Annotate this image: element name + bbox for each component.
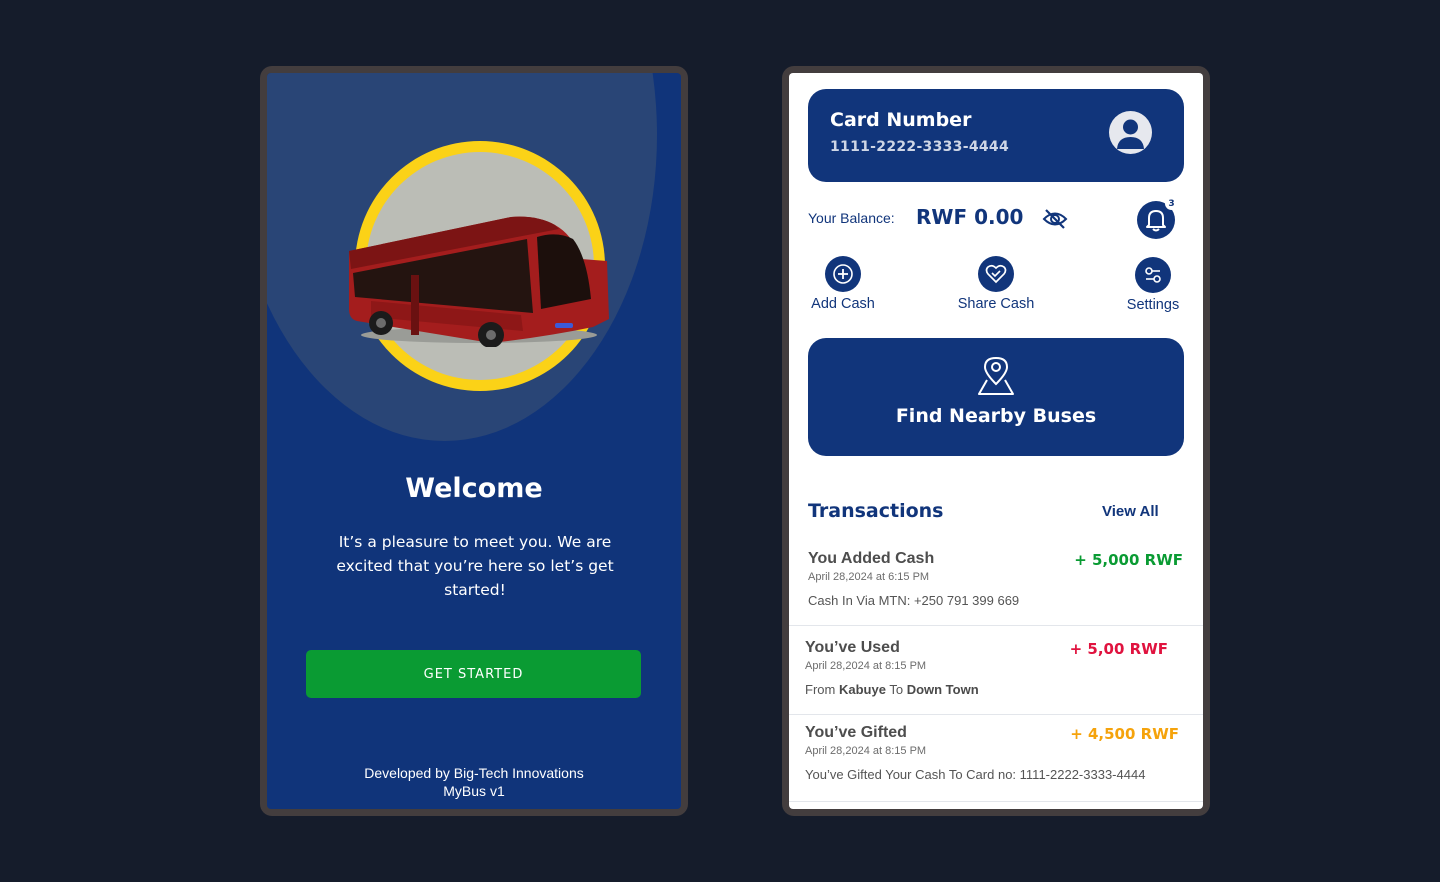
find-buses-label: Find Nearby Buses [895, 405, 1097, 427]
transaction-amount: + 4,500 RWF [1070, 725, 1179, 743]
welcome-title: Welcome [405, 473, 543, 504]
balance-label: Your Balance: [808, 210, 895, 226]
transaction-description: From Kabuye To Down Town [805, 682, 979, 697]
bus-illustration [349, 216, 609, 347]
settings-label: Settings [1126, 297, 1180, 313]
user-icon [1117, 119, 1144, 149]
welcome-phone-frame: Welcome It’s a pleasure to meet you. We … [260, 66, 688, 816]
description-from: From [805, 682, 836, 697]
plus-icon [833, 264, 853, 284]
developer-credit: Developed by Big-Tech Innovations MyBus … [267, 764, 681, 800]
dashboard-phone-frame: Card Number 1111-2222-3333-4444 Your Bal… [782, 66, 1210, 816]
map-pin-icon [978, 356, 1014, 395]
settings-button[interactable]: Settings [1122, 257, 1184, 313]
transaction-description: You’ve Gifted Your Cash To Card no: 1111… [805, 767, 1146, 782]
add-cash-label: Add Cash [811, 296, 875, 312]
card-title: Card Number [830, 109, 972, 131]
bell-icon [1146, 210, 1166, 232]
settings-circle [1135, 257, 1171, 293]
get-started-button[interactable]: GET STARTED [306, 650, 641, 698]
transaction-row[interactable]: You’ve Gifted April 28,2024 at 8:15 PM Y… [789, 714, 1203, 802]
share-cash-label: Share Cash [957, 296, 1035, 312]
transaction-row[interactable]: You’ve Used April 28,2024 at 8:15 PM Fro… [789, 625, 1203, 714]
welcome-screen: Welcome It’s a pleasure to meet you. We … [267, 73, 681, 809]
transaction-name: You’ve Used [805, 639, 900, 656]
avatar[interactable] [1109, 111, 1152, 154]
app-version: MyBus v1 [443, 783, 505, 799]
transaction-date: April 28,2024 at 6:15 PM [808, 571, 930, 583]
transaction-name: You’ve Gifted [805, 724, 907, 741]
view-all-link[interactable]: View All [1102, 503, 1159, 520]
share-cash-circle [978, 256, 1014, 292]
eye-off-icon[interactable] [1042, 207, 1068, 231]
sliders-icon [1145, 267, 1161, 283]
dashboard-screen: Card Number 1111-2222-3333-4444 Your Bal… [789, 73, 1203, 809]
notifications-button[interactable]: 3 [1137, 197, 1178, 239]
transaction-name: You Added Cash [808, 550, 935, 567]
heart-share-icon [985, 264, 1007, 284]
bus-card[interactable]: Card Number 1111-2222-3333-4444 [808, 89, 1184, 182]
notification-badge: 3 [1165, 197, 1178, 210]
transaction-date: April 28,2024 at 8:15 PM [805, 660, 927, 672]
transactions-title: Transactions [808, 500, 944, 522]
find-nearby-buses-button[interactable]: Find Nearby Buses [808, 338, 1184, 456]
card-number: 1111-2222-3333-4444 [830, 139, 1009, 155]
transaction-amount: + 5,000 RWF [1074, 551, 1183, 569]
welcome-message: It’s a pleasure to meet you. We are exci… [336, 533, 614, 599]
developer-line: Developed by Big-Tech Innovations [364, 765, 584, 781]
transaction-amount: + 5,00 RWF [1069, 640, 1168, 658]
description-origin: Kabuye [838, 682, 886, 697]
add-cash-circle [825, 256, 861, 292]
transaction-row[interactable]: You Added Cash April 28,2024 at 6:15 PM … [789, 541, 1203, 625]
transaction-description: Cash In Via MTN: +250 791 399 669 [808, 593, 1020, 608]
transaction-date: April 28,2024 at 8:15 PM [805, 745, 927, 757]
share-cash-button[interactable]: Share Cash [951, 256, 1041, 312]
description-destination: Down Town [906, 682, 979, 697]
add-cash-button[interactable]: Add Cash [808, 256, 878, 312]
balance-value: RWF 0.00 [916, 205, 1024, 229]
description-to: To [889, 682, 904, 697]
